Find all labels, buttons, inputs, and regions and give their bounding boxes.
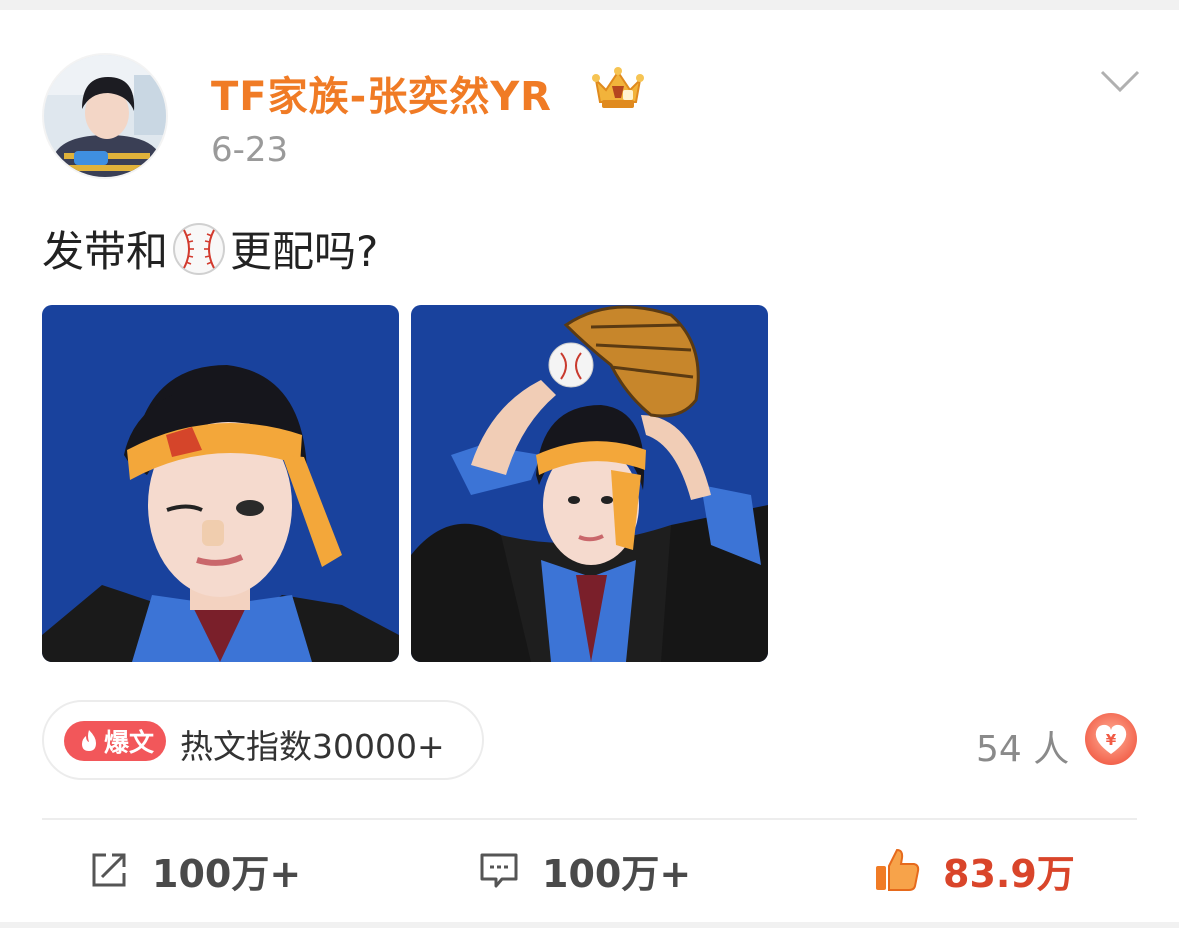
flame-icon — [81, 730, 96, 751]
divider — [42, 818, 1137, 820]
hot-badge-label: 爆文 — [103, 728, 154, 757]
like-count: 83.9万 — [943, 851, 1075, 896]
thumbs-up-icon — [876, 848, 920, 891]
post-date: 6-23 — [211, 130, 289, 170]
author-name[interactable]: TF家族-张奕然YR — [211, 64, 552, 122]
share-button[interactable]: 100万+ — [88, 842, 301, 898]
comment-button[interactable]: 100万+ — [478, 842, 691, 898]
post-text: 发带和 更配吗? — [42, 218, 378, 279]
post-photo-1[interactable] — [42, 305, 399, 662]
share-count: 100万+ — [152, 851, 302, 896]
reward-count: 54 人 — [976, 729, 1070, 770]
post-text-part-2: 更配吗? — [230, 227, 379, 276]
comment-count: 100万+ — [542, 851, 692, 896]
hot-index-pill[interactable]: 爆文 热文指数30000+ — [42, 700, 484, 780]
vip-crown-icon — [592, 67, 644, 108]
author-avatar[interactable] — [42, 53, 168, 179]
bottom-separator — [0, 922, 1179, 928]
hot-badge: 爆文 — [64, 721, 166, 761]
comment-icon — [480, 853, 518, 888]
post-text-part-1: 发带和 — [42, 227, 169, 276]
baseball-emoji-icon — [173, 222, 226, 275]
top-separator — [0, 0, 1179, 10]
chevron-down-icon[interactable] — [1098, 66, 1142, 96]
hot-index-text: 热文指数30000+ — [180, 727, 445, 766]
reward-symbol: ¥ — [1106, 731, 1117, 749]
share-icon — [92, 853, 126, 887]
heart-yuan-icon[interactable]: ¥ — [1084, 712, 1138, 766]
like-button[interactable]: 83.9万 — [873, 842, 1075, 898]
post-photo-2[interactable] — [411, 305, 768, 662]
